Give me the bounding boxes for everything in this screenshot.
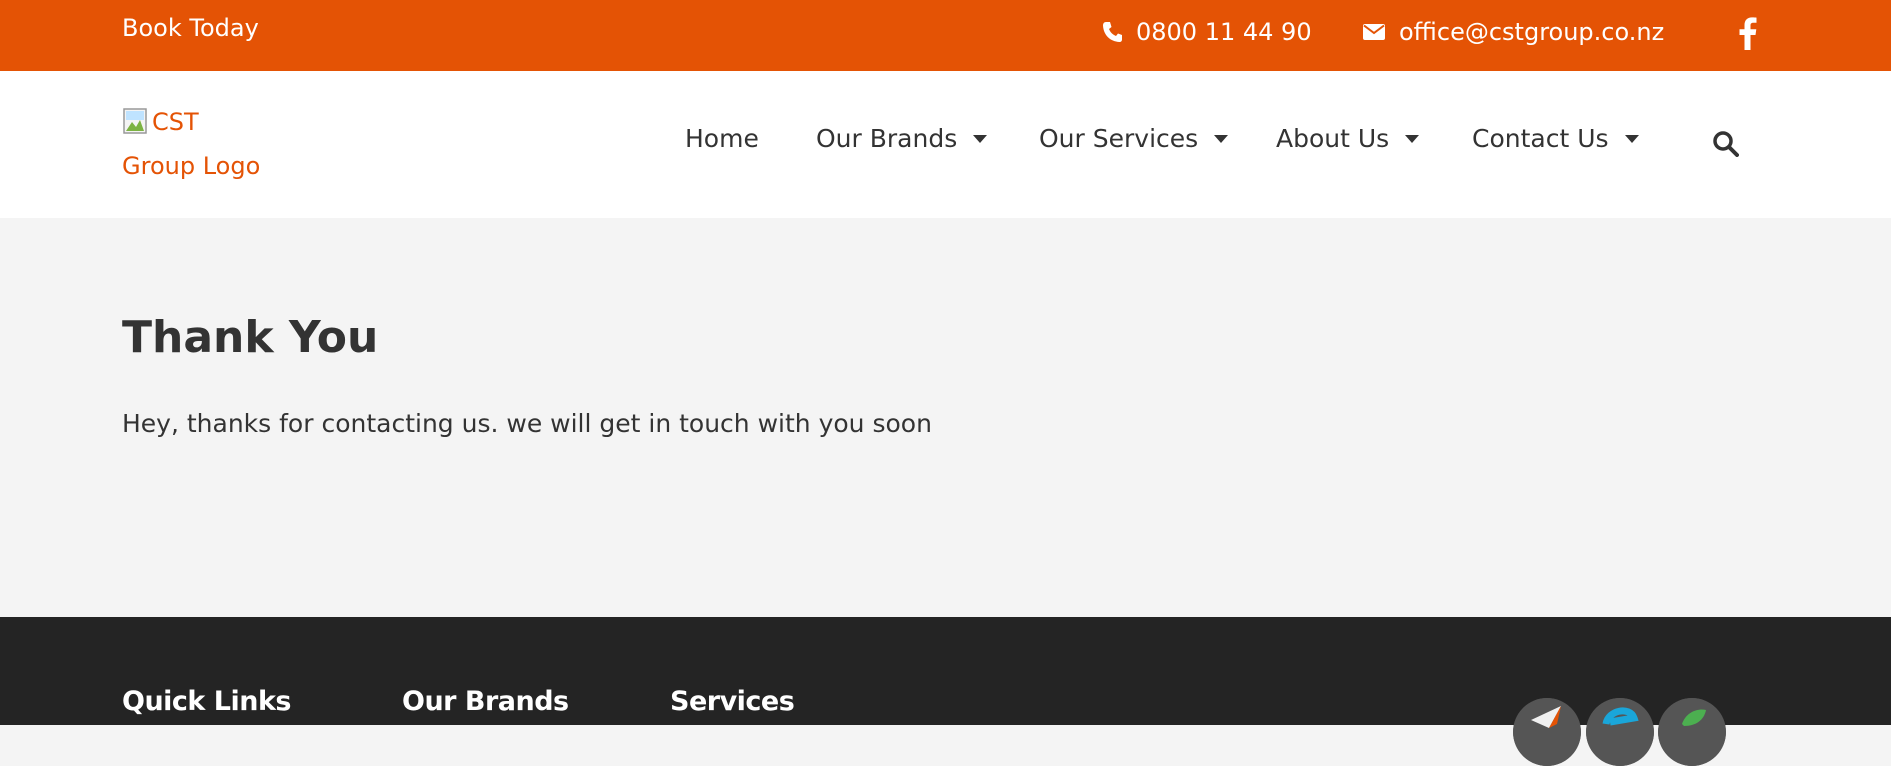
nav-contact-us[interactable]: Contact Us [1472,124,1639,153]
facebook-icon[interactable] [1736,16,1760,50]
footer-services-heading: Services [670,686,795,717]
e-logo-badge-icon[interactable] [1586,698,1654,766]
nav-about-us-label: About Us [1276,124,1390,153]
caret-down-icon [973,134,988,143]
envelope-icon [1363,24,1385,40]
caret-down-icon [1405,134,1420,143]
nav-our-brands-label: Our Brands [816,124,958,153]
footer-quick-links-heading: Quick Links [122,686,292,717]
top-bar: Book Today 0800 11 44 90 office@cstgroup… [0,0,1891,71]
search-icon[interactable] [1712,130,1739,157]
broken-image-icon [123,108,147,134]
nav-home-label: Home [685,124,759,153]
nav-our-brands[interactable]: Our Brands [816,124,988,153]
leaf-badge-icon[interactable] [1658,698,1726,766]
footer-our-brands-heading: Our Brands [402,686,569,717]
phone-number: 0800 11 44 90 [1136,18,1312,46]
logo-alt-text-line1: CST [152,108,199,136]
email-address: office@cstgroup.co.nz [1399,18,1665,46]
page-title: Thank You [122,312,379,363]
phone-icon [1103,22,1122,42]
nav-about-us[interactable]: About Us [1276,124,1420,153]
nav-contact-us-label: Contact Us [1472,124,1609,153]
nav-home[interactable]: Home [685,124,759,153]
book-today-link[interactable]: Book Today [122,14,259,42]
nav-our-services-label: Our Services [1039,124,1199,153]
site-logo[interactable]: CST Group Logo [122,100,272,188]
email-contact[interactable]: office@cstgroup.co.nz [1363,18,1664,46]
nav-our-services[interactable]: Our Services [1039,124,1229,153]
logo-alt-text-line2: Group Logo [122,152,261,180]
thank-you-message: Hey, thanks for contacting us. we will g… [122,409,932,438]
phone-contact[interactable]: 0800 11 44 90 [1102,18,1312,46]
caret-down-icon [1214,134,1229,143]
paper-plane-badge-icon[interactable] [1513,698,1581,766]
caret-down-icon [1624,134,1639,143]
